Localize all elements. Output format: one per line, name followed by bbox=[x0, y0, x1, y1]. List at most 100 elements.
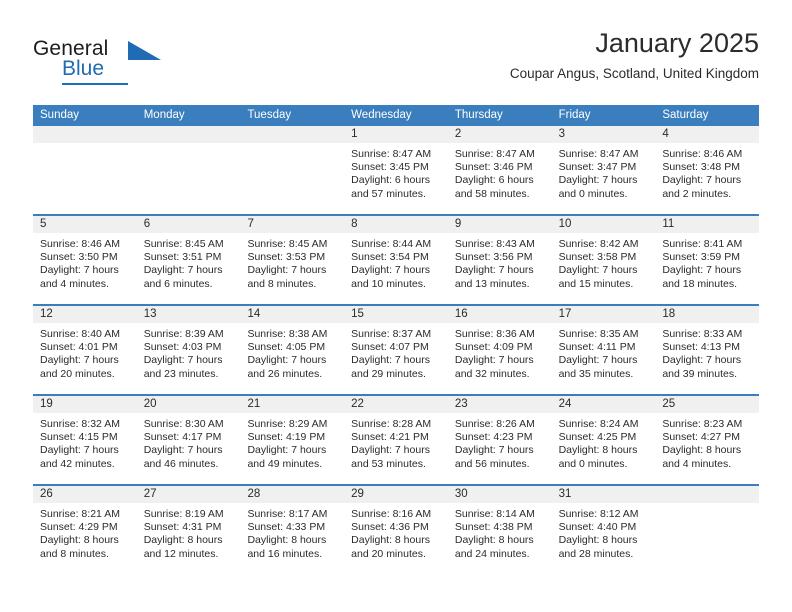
daylight-text: and 4 minutes. bbox=[662, 457, 732, 470]
weekday-header-sunday: Sunday bbox=[40, 109, 80, 121]
day-details bbox=[655, 503, 759, 508]
day-number: 15 bbox=[344, 306, 448, 323]
day-number: 30 bbox=[447, 486, 552, 503]
day-cell[interactable]: 16 Sunrise: 8:36 AM Sunset: 4:09 PM Dayligh… bbox=[447, 306, 552, 394]
day-cell[interactable]: 5 Sunrise: 8:46 AM Sunset: 3:50 PM Daylight… bbox=[33, 216, 137, 304]
sunrise-text: Sunrise: 8:45 AM bbox=[143, 238, 224, 250]
daylight-text: Daylight: 7 hours bbox=[558, 264, 638, 277]
day-cell[interactable]: 10 Sunrise: 8:42 AM Sunset: 3:58 PM Dayligh… bbox=[551, 216, 656, 304]
sunrise-text: Sunrise: 8:16 AM bbox=[351, 508, 432, 520]
sunset-text: Sunset: 4:31 PM bbox=[143, 521, 222, 534]
sunrise-text: Sunrise: 8:35 AM bbox=[558, 328, 639, 340]
daylight-text: and 46 minutes. bbox=[143, 457, 219, 470]
daylight-text: Daylight: 8 hours bbox=[454, 534, 534, 547]
sunset-text: Sunset: 4:19 PM bbox=[247, 431, 326, 444]
daylight-text: Daylight: 7 hours bbox=[454, 264, 534, 277]
day-cell[interactable]: 9 Sunrise: 8:43 AM Sunset: 3:56 PM Daylight… bbox=[447, 216, 552, 304]
day-details: Sunrise: 8:19 AM Sunset: 4:31 PM Daylight:… bbox=[137, 503, 241, 561]
daylight-text: Daylight: 7 hours bbox=[40, 354, 119, 367]
calendar-week-row: 26 Sunrise: 8:21 AM Sunset: 4:29 PM Dayligh… bbox=[33, 486, 760, 574]
day-cell[interactable]: 12 Sunrise: 8:40 AM Sunset: 4:01 PM Dayligh… bbox=[33, 306, 137, 394]
day-cell[interactable]: 18 Sunrise: 8:33 AM Sunset: 4:13 PM Dayligh… bbox=[655, 306, 760, 394]
day-details: Sunrise: 8:30 AM Sunset: 4:17 PM Daylight:… bbox=[137, 413, 241, 471]
daylight-text: and 0 minutes. bbox=[558, 187, 628, 200]
sunrise-text: Sunrise: 8:45 AM bbox=[247, 238, 328, 250]
day-number: 25 bbox=[655, 396, 760, 413]
day-cell-empty bbox=[240, 126, 345, 214]
sunrise-text: Sunrise: 8:41 AM bbox=[662, 238, 743, 250]
day-cell[interactable]: 29 Sunrise: 8:16 AM Sunset: 4:36 PM Dayligh… bbox=[344, 486, 448, 574]
daylight-text: and 10 minutes. bbox=[351, 277, 426, 290]
day-cell[interactable]: 2 Sunrise: 8:47 AM Sunset: 3:46 PM Daylight… bbox=[447, 126, 552, 214]
day-number: 31 bbox=[551, 486, 656, 503]
daylight-text: and 6 minutes. bbox=[143, 277, 213, 290]
daylight-text: Daylight: 7 hours bbox=[662, 174, 742, 187]
day-cell[interactable]: 23 Sunrise: 8:26 AM Sunset: 4:23 PM Dayligh… bbox=[447, 396, 552, 484]
daylight-text: Daylight: 7 hours bbox=[662, 264, 742, 277]
daylight-text: and 53 minutes. bbox=[351, 457, 426, 470]
daylight-text: and 2 minutes. bbox=[662, 187, 732, 200]
day-cell[interactable]: 15 Sunrise: 8:37 AM Sunset: 4:07 PM Dayligh… bbox=[344, 306, 448, 394]
day-details: Sunrise: 8:46 AM Sunset: 3:50 PM Daylight:… bbox=[33, 233, 137, 291]
general-blue-logo[interactable]: General Blue bbox=[33, 38, 173, 90]
day-cell[interactable]: 4 Sunrise: 8:46 AM Sunset: 3:48 PM Daylight… bbox=[655, 126, 760, 214]
day-cell[interactable]: 13 Sunrise: 8:39 AM Sunset: 4:03 PM Dayligh… bbox=[136, 306, 241, 394]
sunrise-text: Sunrise: 8:38 AM bbox=[247, 328, 328, 340]
day-details: Sunrise: 8:33 AM Sunset: 4:13 PM Daylight:… bbox=[655, 323, 759, 381]
daylight-text: and 56 minutes. bbox=[454, 457, 530, 470]
sunset-text: Sunset: 4:11 PM bbox=[558, 341, 636, 354]
calendar-week-inner: 5 Sunrise: 8:46 AM Sunset: 3:50 PM Daylight… bbox=[33, 216, 760, 304]
day-cell[interactable]: 27 Sunrise: 8:19 AM Sunset: 4:31 PM Dayligh… bbox=[136, 486, 241, 574]
day-cell[interactable]: 7 Sunrise: 8:45 AM Sunset: 3:53 PM Daylight… bbox=[240, 216, 345, 304]
daylight-text: and 18 minutes. bbox=[662, 277, 738, 290]
day-details: Sunrise: 8:12 AM Sunset: 4:40 PM Daylight:… bbox=[552, 503, 656, 561]
daylight-text: Daylight: 8 hours bbox=[662, 444, 742, 457]
sunset-text: Sunset: 3:58 PM bbox=[558, 251, 637, 264]
day-cell[interactable]: 3 Sunrise: 8:47 AM Sunset: 3:47 PM Daylight… bbox=[551, 126, 656, 214]
daylight-text: and 49 minutes. bbox=[247, 457, 323, 470]
sunset-text: Sunset: 4:27 PM bbox=[662, 431, 740, 444]
page-title: January 2025 bbox=[595, 28, 759, 58]
daylight-text: Daylight: 7 hours bbox=[351, 444, 430, 457]
day-cell[interactable]: 30 Sunrise: 8:14 AM Sunset: 4:38 PM Dayligh… bbox=[447, 486, 552, 574]
sunrise-text: Sunrise: 8:23 AM bbox=[662, 418, 743, 430]
day-details bbox=[33, 143, 137, 148]
day-cell[interactable]: 28 Sunrise: 8:17 AM Sunset: 4:33 PM Dayligh… bbox=[240, 486, 345, 574]
day-cell[interactable]: 14 Sunrise: 8:38 AM Sunset: 4:05 PM Dayligh… bbox=[240, 306, 345, 394]
day-cell[interactable]: 22 Sunrise: 8:28 AM Sunset: 4:21 PM Dayligh… bbox=[344, 396, 448, 484]
calendar-week-inner: 12 Sunrise: 8:40 AM Sunset: 4:01 PM Dayligh… bbox=[33, 306, 760, 394]
daylight-text: and 15 minutes. bbox=[558, 277, 634, 290]
day-number bbox=[240, 126, 345, 143]
daylight-text: and 8 minutes. bbox=[247, 277, 317, 290]
day-cell[interactable]: 19 Sunrise: 8:32 AM Sunset: 4:15 PM Dayligh… bbox=[33, 396, 137, 484]
day-cell[interactable]: 8 Sunrise: 8:44 AM Sunset: 3:54 PM Daylight… bbox=[344, 216, 448, 304]
day-details: Sunrise: 8:36 AM Sunset: 4:09 PM Daylight:… bbox=[448, 323, 552, 381]
day-cell[interactable]: 25 Sunrise: 8:23 AM Sunset: 4:27 PM Dayligh… bbox=[655, 396, 760, 484]
day-details: Sunrise: 8:46 AM Sunset: 3:48 PM Daylight:… bbox=[655, 143, 759, 201]
daylight-text: and 23 minutes. bbox=[143, 367, 219, 380]
weekday-header-friday: Friday bbox=[558, 109, 591, 121]
day-cell[interactable]: 6 Sunrise: 8:45 AM Sunset: 3:51 PM Daylight… bbox=[136, 216, 241, 304]
day-cell[interactable]: 1 Sunrise: 8:47 AM Sunset: 3:45 PM Daylight… bbox=[344, 126, 448, 214]
daylight-text: Daylight: 7 hours bbox=[40, 264, 119, 277]
day-cell-empty bbox=[136, 126, 241, 214]
calendar-weeks: 1 Sunrise: 8:47 AM Sunset: 3:45 PM Daylight… bbox=[33, 126, 760, 574]
day-cell[interactable]: 31 Sunrise: 8:12 AM Sunset: 4:40 PM Dayligh… bbox=[551, 486, 656, 574]
day-details: Sunrise: 8:29 AM Sunset: 4:19 PM Daylight:… bbox=[240, 413, 344, 471]
sunrise-text: Sunrise: 8:43 AM bbox=[454, 238, 535, 250]
sunrise-text: Sunrise: 8:40 AM bbox=[40, 328, 120, 340]
daylight-text: and 12 minutes. bbox=[143, 547, 219, 560]
day-cell[interactable]: 26 Sunrise: 8:21 AM Sunset: 4:29 PM Dayligh… bbox=[33, 486, 137, 574]
day-number: 21 bbox=[240, 396, 345, 413]
day-cell[interactable]: 17 Sunrise: 8:35 AM Sunset: 4:11 PM Dayligh… bbox=[551, 306, 656, 394]
day-cell[interactable]: 24 Sunrise: 8:24 AM Sunset: 4:25 PM Dayligh… bbox=[551, 396, 656, 484]
sunrise-text: Sunrise: 8:14 AM bbox=[454, 508, 535, 520]
sunrise-text: Sunrise: 8:46 AM bbox=[662, 148, 743, 160]
day-details: Sunrise: 8:28 AM Sunset: 4:21 PM Daylight:… bbox=[344, 413, 448, 471]
day-cell[interactable]: 21 Sunrise: 8:29 AM Sunset: 4:19 PM Dayligh… bbox=[240, 396, 345, 484]
day-number: 24 bbox=[551, 396, 656, 413]
day-cell[interactable]: 11 Sunrise: 8:41 AM Sunset: 3:59 PM Dayligh… bbox=[655, 216, 760, 304]
day-cell[interactable]: 20 Sunrise: 8:30 AM Sunset: 4:17 PM Dayligh… bbox=[136, 396, 241, 484]
day-details: Sunrise: 8:26 AM Sunset: 4:23 PM Daylight:… bbox=[448, 413, 552, 471]
daylight-text: and 4 minutes. bbox=[40, 277, 109, 290]
